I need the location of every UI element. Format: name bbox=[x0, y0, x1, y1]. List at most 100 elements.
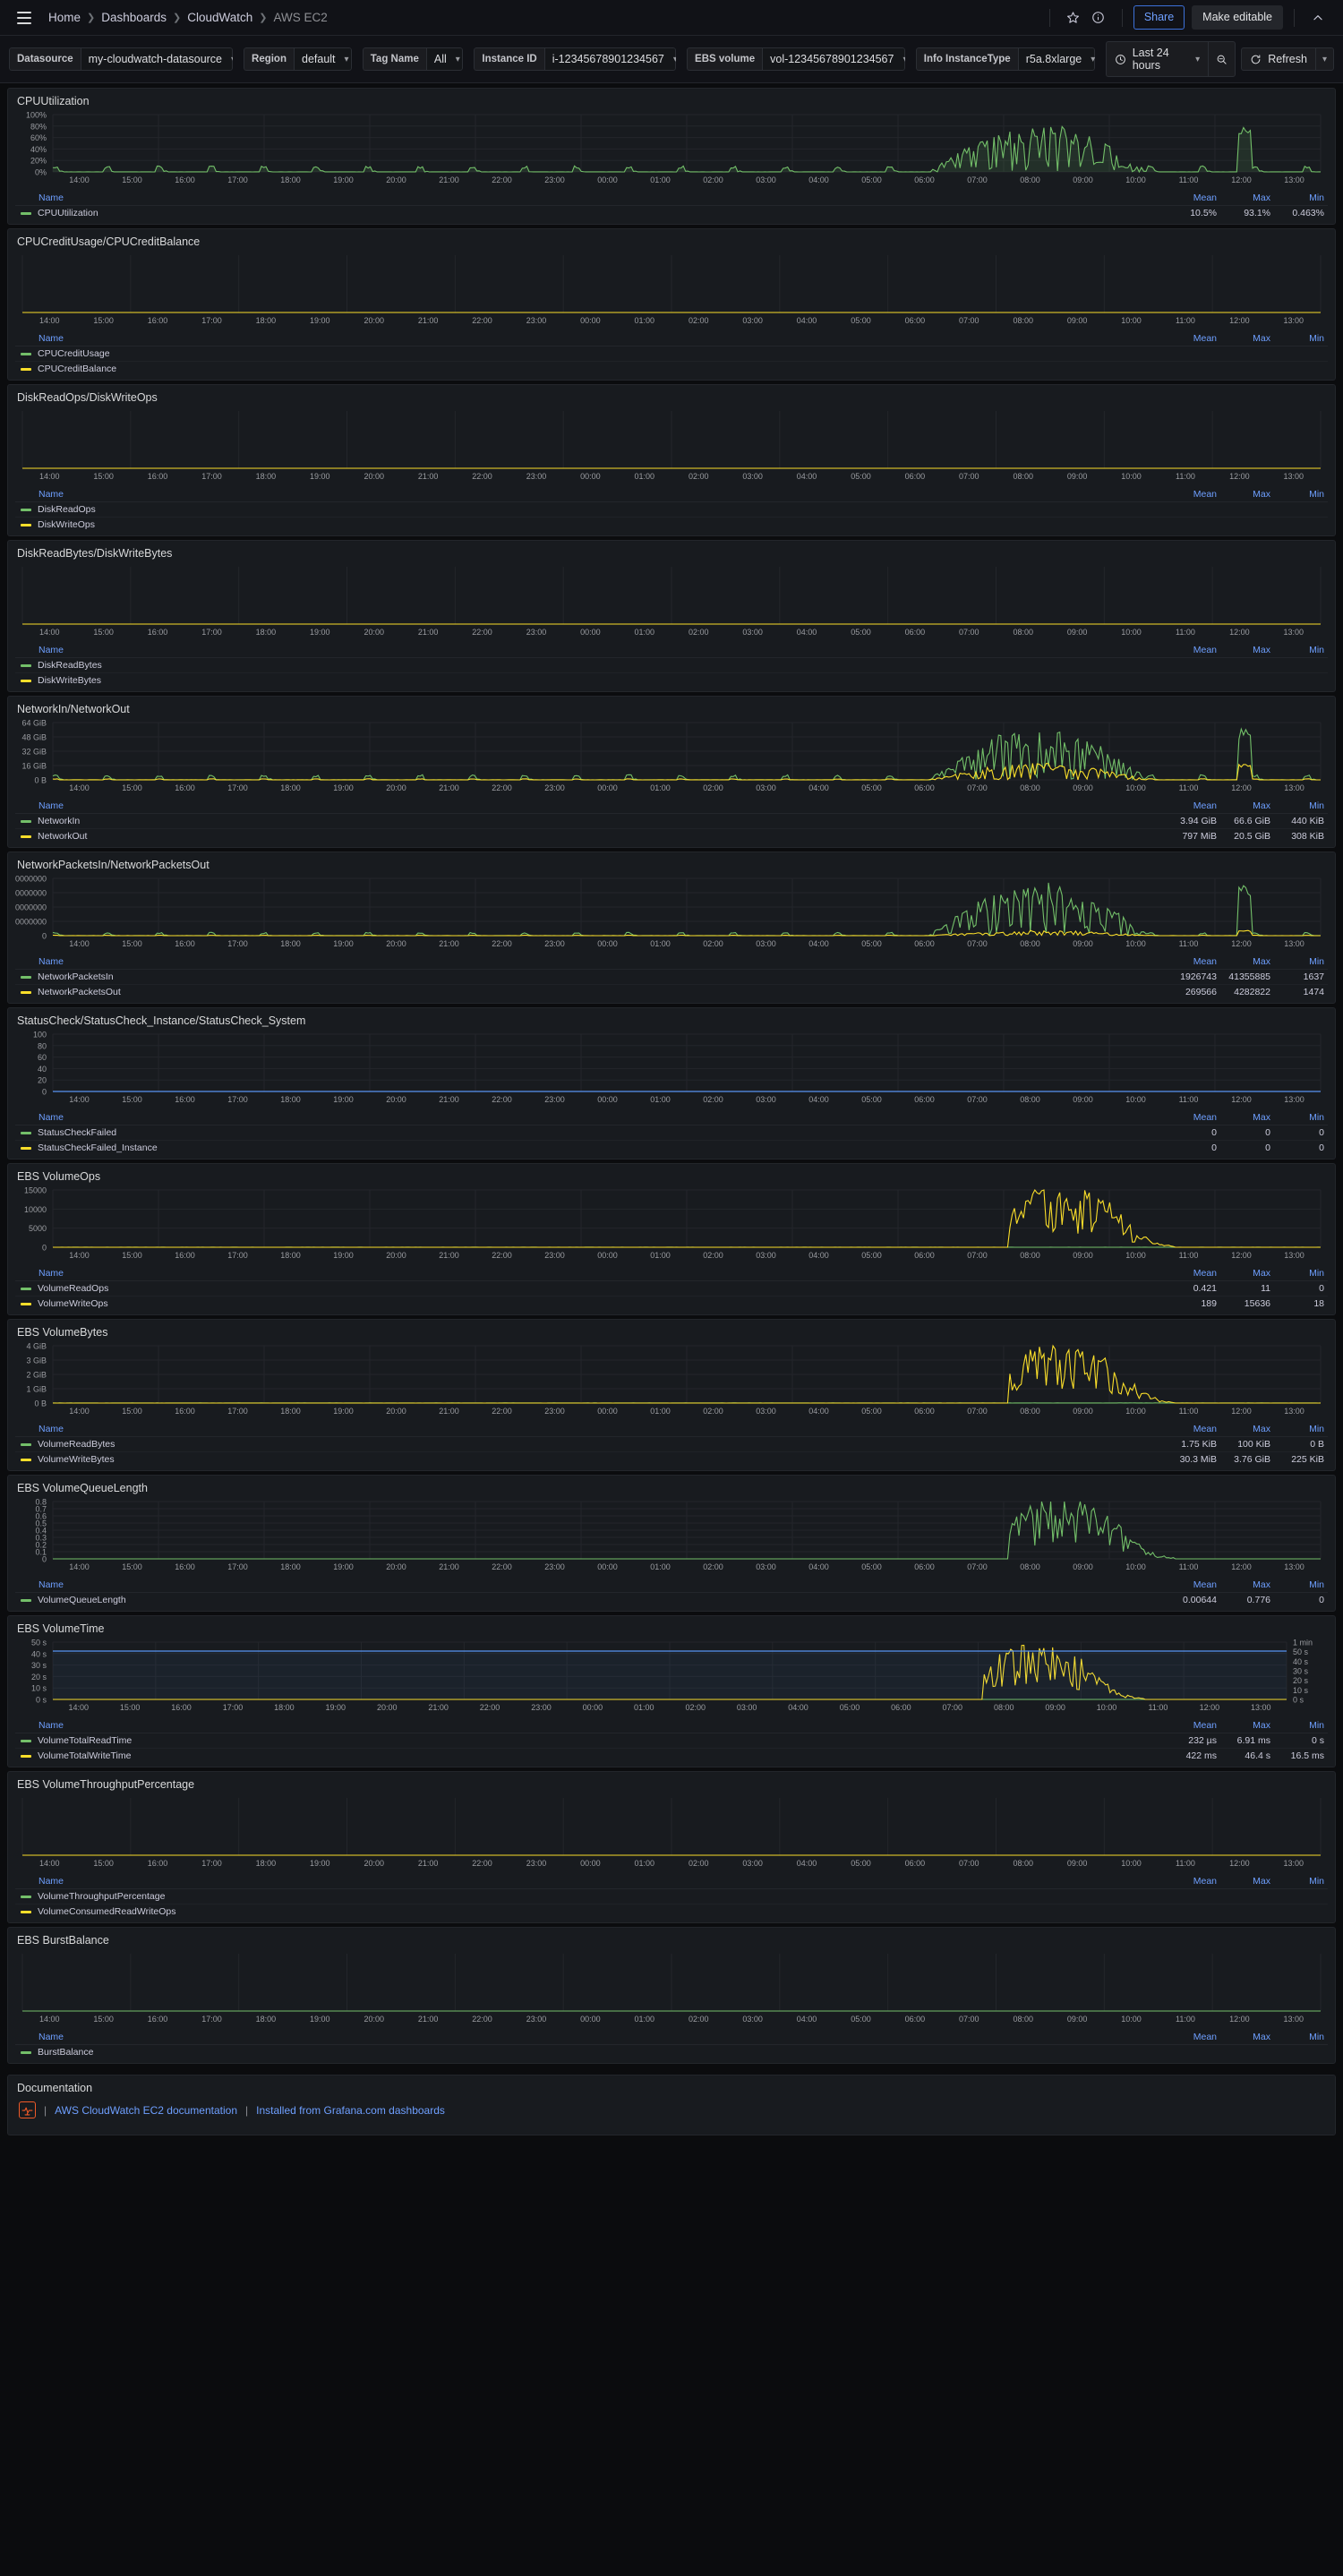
legend-header-max[interactable]: Max bbox=[1220, 1579, 1274, 1593]
plot-svg[interactable]: 15000 10000 5000 0 14:00 15:00 16:00 17:00 18:00… bbox=[15, 1185, 1328, 1262]
legend-header-mean[interactable]: Mean bbox=[1167, 955, 1220, 970]
legend-row[interactable]: CPUUtilization 10.5% 93.1% 0.463% bbox=[15, 206, 1328, 221]
grafana-dashboards-install-link[interactable]: Installed from Grafana.com dashboards bbox=[256, 2104, 445, 2117]
legend-series-name-cell[interactable]: NetworkIn bbox=[15, 813, 1167, 829]
legend-header-min[interactable]: Min bbox=[1274, 955, 1328, 970]
legend-series-name-cell[interactable]: NetworkPacketsOut bbox=[15, 985, 1167, 1000]
chevron-up-icon[interactable] bbox=[1305, 5, 1330, 30]
legend-header-min[interactable]: Min bbox=[1274, 800, 1328, 814]
legend-header-min[interactable]: Min bbox=[1274, 1579, 1328, 1593]
legend-series-name-cell[interactable]: VolumeQueueLength bbox=[15, 1593, 1167, 1608]
info-circle-icon[interactable] bbox=[1086, 5, 1111, 30]
legend-series-name-cell[interactable]: VolumeWriteOps bbox=[15, 1297, 1167, 1312]
legend-header-mean[interactable]: Mean bbox=[1167, 644, 1220, 658]
legend-header-min[interactable]: Min bbox=[1274, 1111, 1328, 1125]
legend-series-name-cell[interactable]: VolumeConsumedReadWriteOps bbox=[15, 1904, 1167, 1920]
legend-row[interactable]: StatusCheckFailed_Instance 0 0 0 bbox=[15, 1141, 1328, 1156]
legend-header-mean[interactable]: Mean bbox=[1167, 1423, 1220, 1437]
legend-row[interactable]: DiskReadOps bbox=[15, 501, 1328, 518]
legend-row[interactable]: DiskWriteOps bbox=[15, 518, 1328, 533]
legend-header-name[interactable]: Name bbox=[15, 955, 1167, 970]
plot-svg[interactable]: 14:00 15:00 16:00 17:00 18:00 19:00 20:00 21:00… bbox=[15, 561, 1328, 638]
legend-row[interactable]: VolumeWriteOps 189 15636 18 bbox=[15, 1297, 1328, 1312]
legend-header-mean[interactable]: Mean bbox=[1167, 192, 1220, 206]
legend-row[interactable]: VolumeThroughputPercentage bbox=[15, 1888, 1328, 1904]
legend-series-name-cell[interactable]: CPUCreditBalance bbox=[15, 362, 1167, 377]
legend-header-mean[interactable]: Mean bbox=[1167, 488, 1220, 502]
legend-header-max[interactable]: Max bbox=[1220, 2031, 1274, 2045]
legend-series-name-cell[interactable]: BurstBalance bbox=[15, 2045, 1167, 2060]
legend-header-min[interactable]: Min bbox=[1274, 192, 1328, 206]
legend-series-name-cell[interactable]: DiskWriteOps bbox=[15, 518, 1167, 533]
legend-series-name-cell[interactable]: VolumeThroughputPercentage bbox=[15, 1888, 1167, 1904]
plot-area-networkpackets[interactable]: 40000000 30000000 20000000 10000000 0 14:00 15… bbox=[11, 873, 1328, 954]
legend-series-name-cell[interactable]: VolumeWriteBytes bbox=[15, 1452, 1167, 1468]
variable-info-instancetype[interactable]: Info InstanceType r5a.8xlarge ▾ bbox=[915, 47, 1095, 71]
variable-ebs-volume[interactable]: EBS volume vol-12345678901234567 ▾ bbox=[687, 47, 905, 71]
plot-area-volumebytes[interactable]: 4 GiB 3 GiB 2 GiB 1 GiB 0 B 14:00 15:00 16:00 17… bbox=[15, 1340, 1328, 1422]
plot-svg[interactable]: 100% 80% 60% 40% 20% 0% 14:00 15:00 16:00 17:00 18… bbox=[15, 109, 1328, 186]
variable-region[interactable]: Region default ▾ bbox=[244, 47, 352, 71]
share-button[interactable]: Share bbox=[1133, 5, 1185, 30]
legend-row[interactable]: CPUCreditBalance bbox=[15, 362, 1328, 377]
legend-row[interactable]: CPUCreditUsage bbox=[15, 346, 1328, 362]
legend-header-max[interactable]: Max bbox=[1220, 1875, 1274, 1889]
legend-header-max[interactable]: Max bbox=[1220, 1423, 1274, 1437]
legend-row[interactable]: StatusCheckFailed 0 0 0 bbox=[15, 1125, 1328, 1141]
plot-area-cpucredit[interactable]: 14:00 15:00 16:00 17:00 18:00 19:00 20:00 21:00… bbox=[15, 250, 1328, 331]
legend-series-name-cell[interactable]: VolumeTotalReadTime bbox=[15, 1733, 1167, 1749]
breadcrumb-item-cloudwatch[interactable]: CloudWatch bbox=[187, 11, 252, 24]
legend-row[interactable]: VolumeConsumedReadWriteOps bbox=[15, 1904, 1328, 1920]
legend-header-mean[interactable]: Mean bbox=[1167, 1579, 1220, 1593]
plot-svg[interactable]: 50 s40 s30 s20 s10 s0 s1 min50 s40 s30 s… bbox=[15, 1637, 1328, 1714]
plot-area-volumequeue[interactable]: 0.8 0.7 0.6 0.5 0.4 0.3 0.2 0.1 0 14:00 15:00 16:00… bbox=[15, 1496, 1328, 1578]
legend-row[interactable]: NetworkIn 3.94 GiB 66.6 GiB 440 KiB bbox=[15, 813, 1328, 829]
plot-svg[interactable]: 4 GiB 3 GiB 2 GiB 1 GiB 0 B 14:00 15:00 16:00 17… bbox=[15, 1340, 1328, 1417]
plot-svg[interactable]: 10080 60 40 20 0 14:00 15:00 16:00 17:00 18:00 19:… bbox=[15, 1029, 1328, 1106]
plot-svg[interactable]: 14:00 15:00 16:00 17:00 18:00 19:00 20:00 21:00… bbox=[15, 406, 1328, 483]
legend-header-min[interactable]: Min bbox=[1274, 644, 1328, 658]
variable-value-ebs-volume[interactable]: vol-12345678901234567 ▾ bbox=[762, 47, 905, 71]
legend-header-mean[interactable]: Mean bbox=[1167, 1875, 1220, 1889]
plot-area-volumetime[interactable]: 50 s 40 s 30 s 20 s 10 s0 s1 min 50 s 40 s 30 s… bbox=[15, 1637, 1328, 1718]
plot-area-volumeops[interactable]: 15000 10000 5000 0 14:00 15:00 16:00 17:00 18:00… bbox=[15, 1185, 1328, 1266]
legend-row[interactable]: VolumeTotalReadTime 232 µs 6.91 ms 0 s bbox=[15, 1733, 1328, 1749]
legend-header-max[interactable]: Max bbox=[1220, 1719, 1274, 1733]
refresh-interval-dropdown[interactable]: ▾ bbox=[1314, 47, 1334, 71]
breadcrumb-item-dashboards[interactable]: Dashboards bbox=[101, 11, 167, 24]
legend-row[interactable]: NetworkPacketsOut 269566 4282822 1474 bbox=[15, 985, 1328, 1000]
plot-svg[interactable]: 14:00 15:00 16:00 17:00 18:00 19:00 20:00 21:00… bbox=[15, 250, 1328, 327]
legend-header-max[interactable]: Max bbox=[1220, 192, 1274, 206]
plot-svg[interactable]: 14:00 15:00 16:00 17:00 18:00 19:00 20:00 21:00… bbox=[15, 1793, 1328, 1870]
legend-header-mean[interactable]: Mean bbox=[1167, 332, 1220, 347]
legend-header-name[interactable]: Name bbox=[15, 1111, 1167, 1125]
legend-series-name-cell[interactable]: NetworkOut bbox=[15, 829, 1167, 844]
legend-series-name-cell[interactable]: CPUUtilization bbox=[15, 206, 1167, 221]
legend-header-max[interactable]: Max bbox=[1220, 1267, 1274, 1281]
legend-row[interactable]: VolumeTotalWriteTime 422 ms 46.4 s 16.5 ms bbox=[15, 1749, 1328, 1764]
variable-instance-id[interactable]: Instance ID i-12345678901234567 ▾ bbox=[474, 47, 677, 71]
legend-header-mean[interactable]: Mean bbox=[1167, 800, 1220, 814]
legend-row[interactable]: VolumeReadOps 0.421 11 0 bbox=[15, 1280, 1328, 1297]
legend-header-min[interactable]: Min bbox=[1274, 332, 1328, 347]
legend-series-name-cell[interactable]: DiskReadOps bbox=[15, 501, 1167, 518]
hamburger-icon[interactable] bbox=[13, 6, 36, 30]
plot-area-statuscheck[interactable]: 100 80 60 40 20 0 14:00 15:00 16:00 17:00 18:00 19:… bbox=[15, 1029, 1328, 1110]
legend-series-name-cell[interactable]: DiskWriteBytes bbox=[15, 673, 1167, 689]
variable-value-region[interactable]: default ▾ bbox=[294, 47, 352, 71]
zoom-out-icon[interactable] bbox=[1208, 41, 1236, 77]
legend-header-name[interactable]: Name bbox=[15, 1423, 1167, 1437]
legend-header-min[interactable]: Min bbox=[1274, 488, 1328, 502]
refresh-button[interactable]: Refresh bbox=[1241, 47, 1315, 71]
legend-header-name[interactable]: Name bbox=[15, 332, 1167, 347]
legend-header-min[interactable]: Min bbox=[1274, 1719, 1328, 1733]
legend-row[interactable]: NetworkOut 797 MiB 20.5 GiB 308 KiB bbox=[15, 829, 1328, 844]
legend-header-max[interactable]: Max bbox=[1220, 488, 1274, 502]
legend-header-min[interactable]: Min bbox=[1274, 2031, 1328, 2045]
plot-svg[interactable]: 40000000 30000000 20000000 10000000 0 14:00 15… bbox=[11, 873, 1328, 950]
variable-tag-name[interactable]: Tag Name All ▾ bbox=[362, 47, 464, 71]
legend-row[interactable]: VolumeWriteBytes 30.3 MiB 3.76 GiB 225 KiB bbox=[15, 1452, 1328, 1468]
legend-header-max[interactable]: Max bbox=[1220, 332, 1274, 347]
plot-svg[interactable]: 64 GiB 48 GiB 32 GiB 16 GiB 0 B 14:00 15:00 16:… bbox=[15, 717, 1328, 794]
breadcrumb-item-home[interactable]: Home bbox=[48, 11, 81, 24]
